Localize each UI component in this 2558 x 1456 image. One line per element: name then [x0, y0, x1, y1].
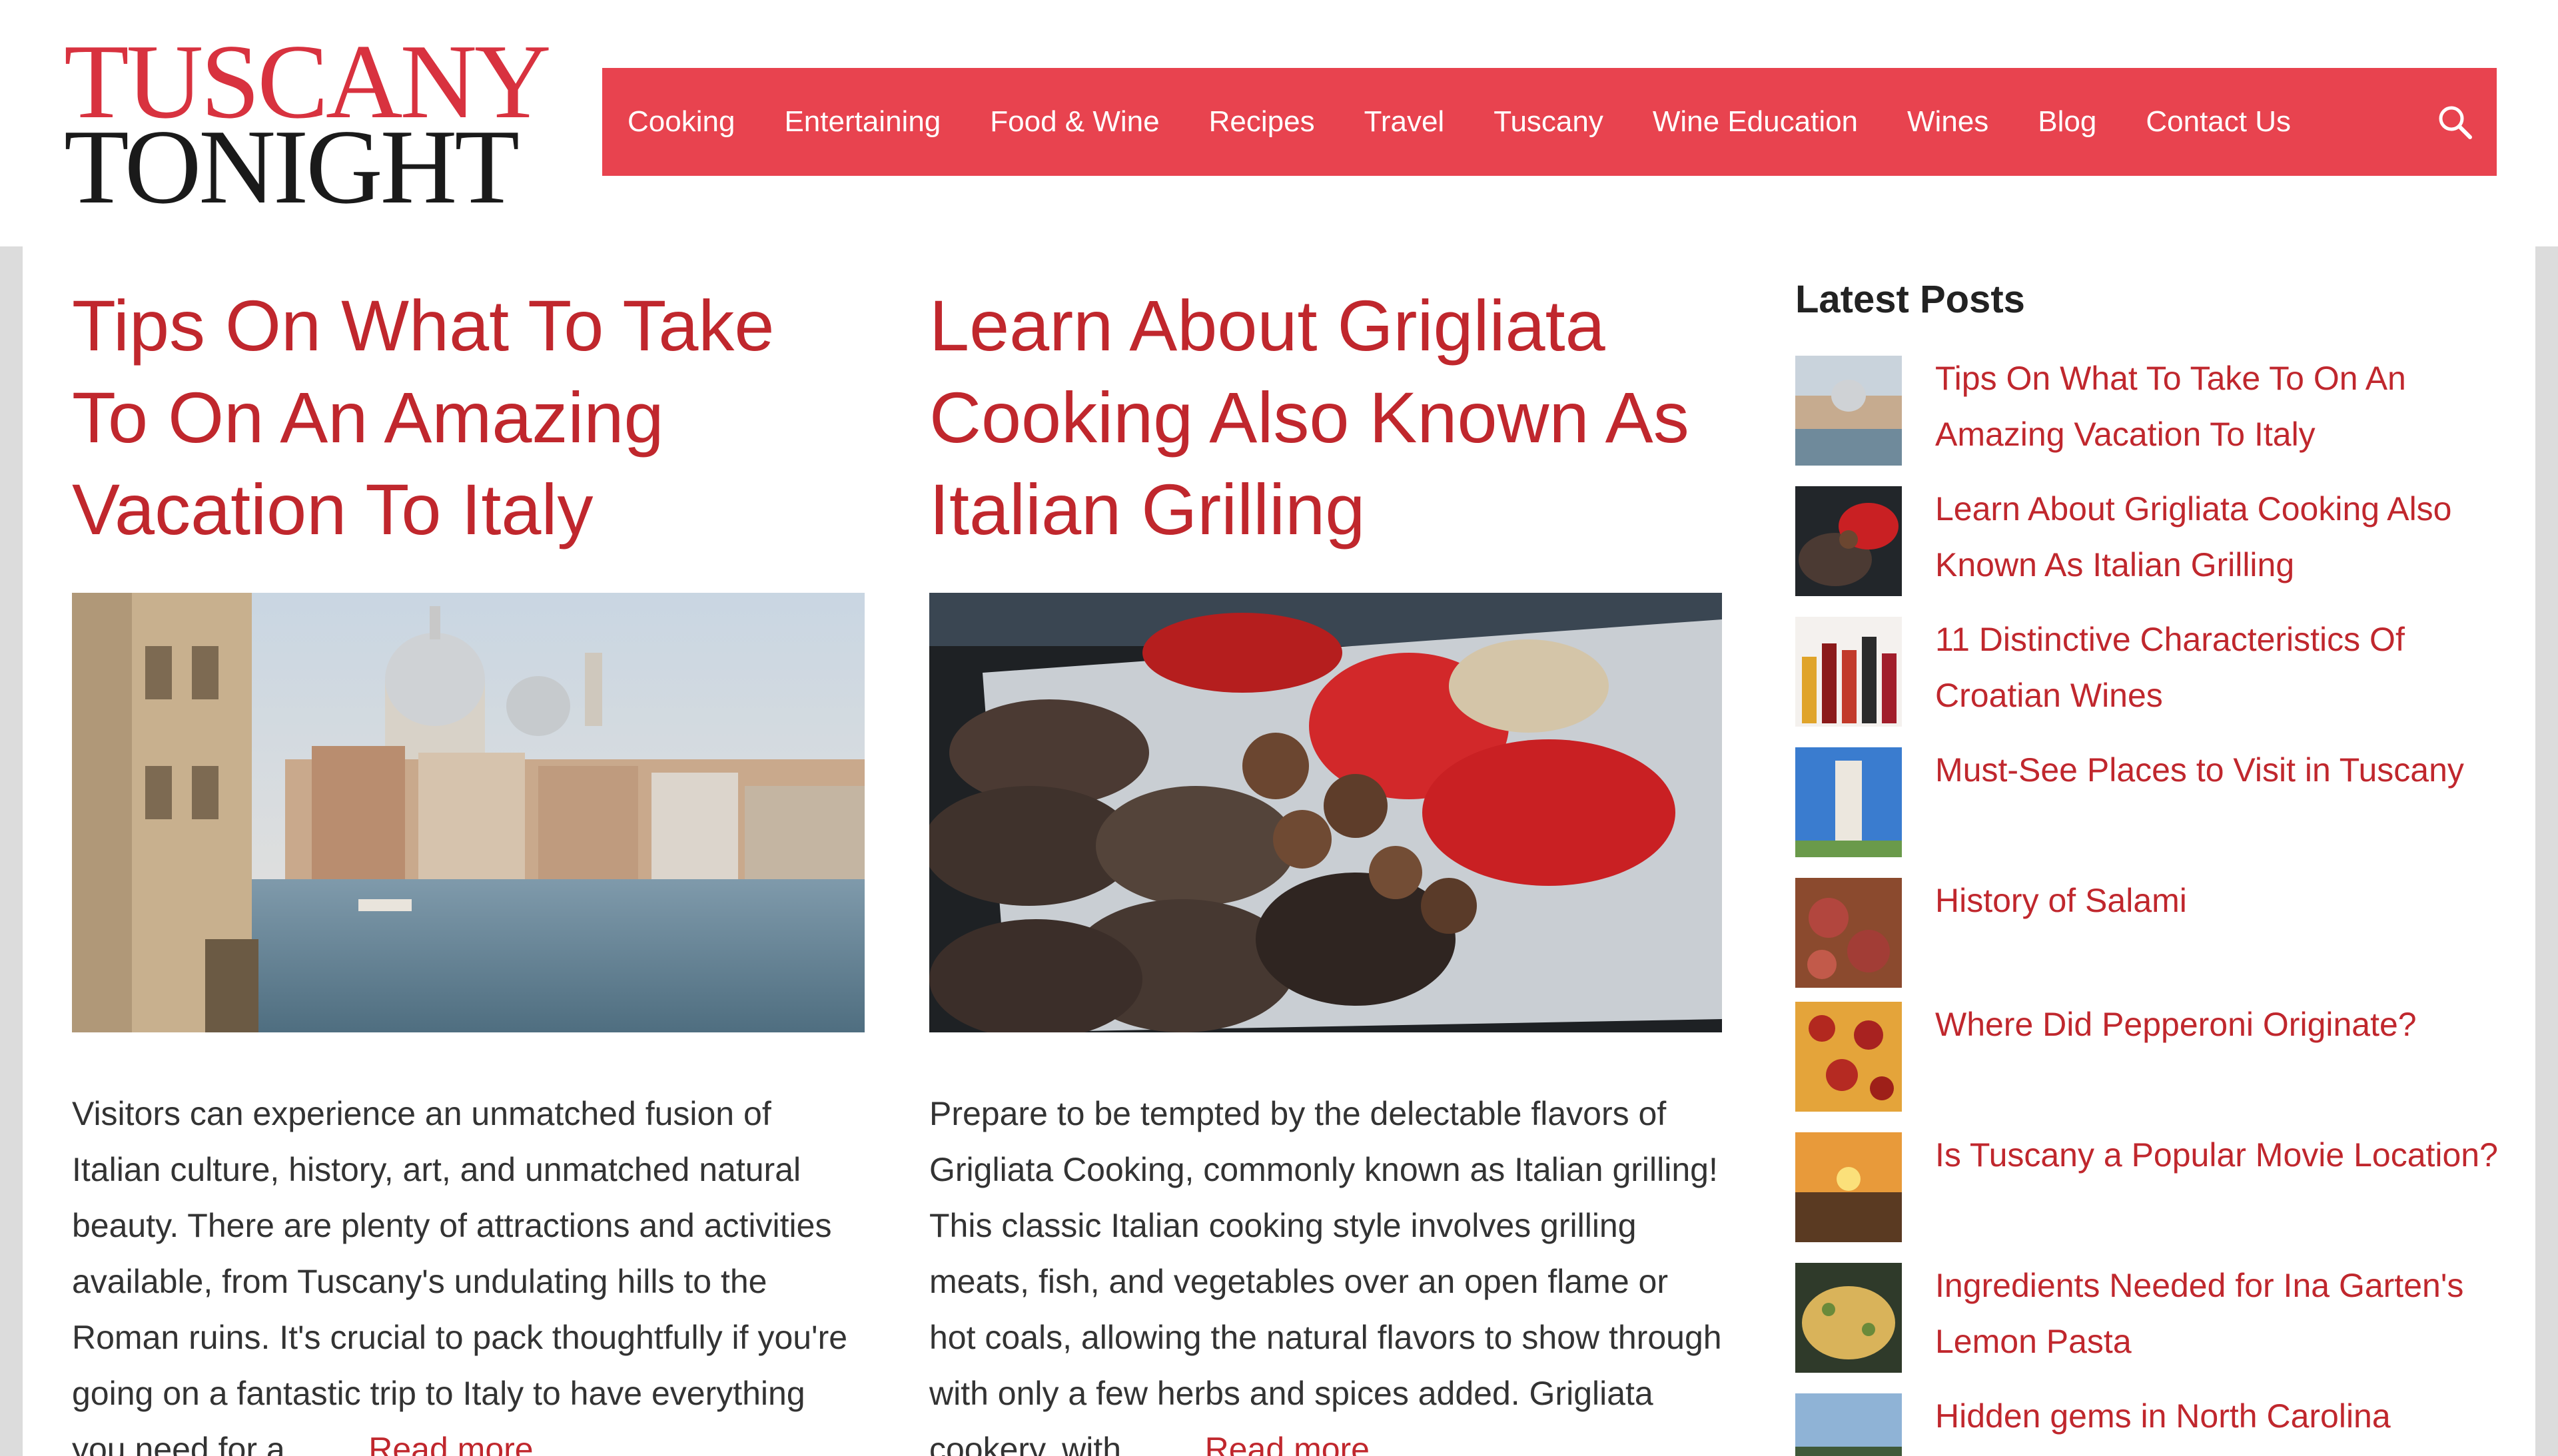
sidebar-post-item: 11 Distinctive Characteristics Of Croati…	[1795, 617, 2501, 730]
tuscany-sunset-thumb[interactable]	[1795, 1132, 1902, 1242]
sidebar-title: Latest Posts	[1795, 278, 2025, 321]
sidebar-post-item: History of Salami	[1795, 878, 2501, 991]
post-excerpt-text: Visitors can experience an unmatched fus…	[72, 1095, 848, 1456]
search-icon[interactable]	[2435, 103, 2474, 141]
sidebar-post-item: Must-See Places to Visit in Tuscany	[1795, 747, 2501, 861]
post-image-grilled-vegetables[interactable]	[929, 593, 1722, 1032]
nav-item-entertaining[interactable]: Entertaining	[784, 105, 941, 139]
post-card-italy-vacation: Tips On What To Take To On An Amazing Va…	[72, 280, 865, 1456]
sidebar-post-link[interactable]: Where Did Pepperoni Originate?	[1935, 996, 2508, 1052]
sidebar-post-item: Learn About Grigliata Cooking Also Known…	[1795, 486, 2501, 599]
pisa-tower-thumb[interactable]	[1795, 747, 1902, 857]
post-excerpt: Visitors can experience an unmatched fus…	[72, 1086, 865, 1456]
nav-item-blog[interactable]: Blog	[2038, 105, 2096, 139]
nav-item-wines[interactable]: Wines	[1907, 105, 1988, 139]
sidebar-post-link[interactable]: Must-See Places to Visit in Tuscany	[1935, 742, 2508, 798]
nav-item-contact-us[interactable]: Contact Us	[2146, 105, 2291, 139]
salami-thumb[interactable]	[1795, 878, 1902, 988]
post-title-link[interactable]: Tips On What To Take To On An Amazing Va…	[72, 280, 865, 555]
sidebar-post-link[interactable]: Hidden gems in North Carolina	[1935, 1388, 2508, 1444]
sidebar-post-link[interactable]: Tips On What To Take To On An Amazing Va…	[1935, 350, 2508, 462]
left-gutter	[0, 246, 23, 1456]
sidebar-post-item: Where Did Pepperoni Originate?	[1795, 1002, 2501, 1115]
logo-line-tonight: TONIGHT	[64, 107, 520, 226]
read-more-link[interactable]: Read more	[1205, 1431, 1370, 1456]
lemon-pasta-thumb[interactable]	[1795, 1263, 1902, 1373]
nav-item-travel[interactable]: Travel	[1364, 105, 1445, 139]
nav-item-cooking[interactable]: Cooking	[628, 105, 735, 139]
nav-item-recipes[interactable]: Recipes	[1209, 105, 1315, 139]
sidebar-post-link[interactable]: Ingredients Needed for Ina Garten's Lemo…	[1935, 1258, 2508, 1369]
pepperoni-thumb[interactable]	[1795, 1002, 1902, 1112]
nav-item-tuscany[interactable]: Tuscany	[1493, 105, 1603, 139]
post-excerpt-text: Prepare to be tempted by the delectable …	[929, 1095, 1722, 1456]
sidebar-post-link[interactable]: Learn About Grigliata Cooking Also Known…	[1935, 481, 2508, 593]
sidebar-post-link[interactable]: 11 Distinctive Characteristics Of Croati…	[1935, 611, 2508, 723]
sidebar-post-item: Hidden gems in North Carolina	[1795, 1393, 2501, 1456]
wine-bottles-thumb[interactable]	[1795, 617, 1902, 727]
site-logo[interactable]: TUSCANY TONIGHT	[64, 28, 552, 226]
venice-thumb[interactable]	[1795, 356, 1902, 466]
post-excerpt: Prepare to be tempted by the delectable …	[929, 1086, 1722, 1456]
right-gutter	[2535, 246, 2558, 1456]
sidebar-post-item: Ingredients Needed for Ina Garten's Lemo…	[1795, 1263, 2501, 1376]
nav-item-food-wine[interactable]: Food & Wine	[990, 105, 1159, 139]
grill-thumb[interactable]	[1795, 486, 1902, 596]
sidebar-post-link[interactable]: History of Salami	[1935, 873, 2508, 928]
sidebar-post-item: Is Tuscany a Popular Movie Location?	[1795, 1132, 2501, 1246]
latest-posts-sidebar: Latest Posts Tips On What To Take To On …	[1795, 273, 2501, 1456]
read-more-link[interactable]: Read more	[368, 1431, 533, 1456]
post-title-link[interactable]: Learn About Grigliata Cooking Also Known…	[929, 280, 1722, 555]
post-image-venice[interactable]	[72, 593, 865, 1032]
site-header: TUSCANY TONIGHT Cooking Entertaining Foo…	[0, 0, 2558, 246]
sidebar-post-link[interactable]: Is Tuscany a Popular Movie Location?	[1935, 1127, 2508, 1183]
nav-item-wine-education[interactable]: Wine Education	[1653, 105, 1858, 139]
sidebar-post-item: Tips On What To Take To On An Amazing Va…	[1795, 356, 2501, 469]
post-card-grigliata: Learn About Grigliata Cooking Also Known…	[929, 280, 1722, 1456]
north-carolina-thumb[interactable]	[1795, 1393, 1902, 1456]
main-navigation: Cooking Entertaining Food & Wine Recipes…	[602, 68, 2497, 176]
